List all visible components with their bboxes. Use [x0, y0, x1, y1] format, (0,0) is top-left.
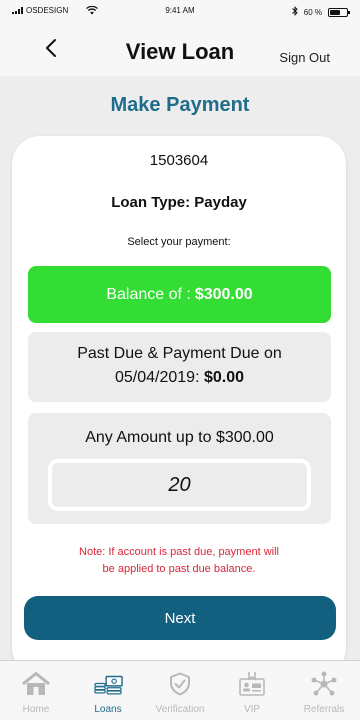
tab-loans-label: Loans	[94, 704, 122, 715]
tab-loans[interactable]: Loans	[72, 661, 144, 720]
past-due-option[interactable]: Past Due & Payment Due on 05/04/2019: $0…	[28, 332, 331, 402]
tab-bar: Home Loans Verification VIP Referrals	[0, 660, 360, 720]
app-header: View Loan Sign Out	[0, 22, 360, 76]
sign-out-button[interactable]: Sign Out	[279, 50, 330, 65]
network-icon	[309, 671, 339, 697]
loan-number: 1503604	[149, 152, 209, 169]
past-due-amount: $0.00	[203, 369, 245, 386]
past-due-date: 05/04/2019:	[114, 369, 200, 386]
tab-home-label: Home	[22, 704, 50, 715]
balance-option-amount: $300.00	[194, 285, 253, 303]
past-due-label: Past Due & Payment Due on	[77, 345, 282, 362]
tab-vip[interactable]: VIP	[216, 661, 288, 720]
balance-option[interactable]: Balance of : $300.00	[28, 266, 331, 323]
amount-input[interactable]	[48, 459, 311, 511]
home-icon	[21, 671, 51, 697]
battery-icon	[328, 7, 350, 17]
past-due-note: Note: If account is past due, payment wi…	[12, 544, 346, 578]
tab-verification[interactable]: Verification	[144, 661, 216, 720]
tab-vip-label: VIP	[243, 704, 261, 715]
status-bar: OSDESIGN 9:41 AM 60 %	[0, 0, 360, 22]
section-title: Make Payment	[110, 94, 250, 116]
tab-referrals-label: Referrals	[303, 704, 345, 715]
tab-verification-label: Verification	[155, 704, 205, 715]
note-line-2: be applied to past due balance.	[102, 563, 256, 575]
tab-home[interactable]: Home	[0, 661, 72, 720]
any-amount-option[interactable]: Any Amount up to $300.00	[28, 413, 331, 524]
loans-icon	[93, 671, 123, 697]
past-due-date-line: 05/04/2019: $0.00	[28, 366, 331, 390]
any-amount-label: Any Amount up to $300.00	[85, 429, 274, 446]
payment-card: 1503604 Loan Type: Payday Select your pa…	[12, 136, 346, 676]
vip-badge-icon	[237, 671, 267, 697]
balance-option-label: Balance of :	[106, 285, 191, 303]
tab-referrals[interactable]: Referrals	[288, 661, 360, 720]
next-button[interactable]: Next	[24, 596, 336, 640]
bluetooth-icon	[291, 5, 298, 18]
shield-check-icon	[165, 671, 195, 697]
select-payment-label: Select your payment:	[127, 236, 231, 248]
status-right: 60 %	[291, 5, 350, 18]
battery-percent: 60 %	[303, 7, 322, 17]
loan-type: Loan Type: Payday	[111, 194, 247, 211]
note-line-1: Note: If account is past due, payment wi…	[79, 546, 279, 558]
